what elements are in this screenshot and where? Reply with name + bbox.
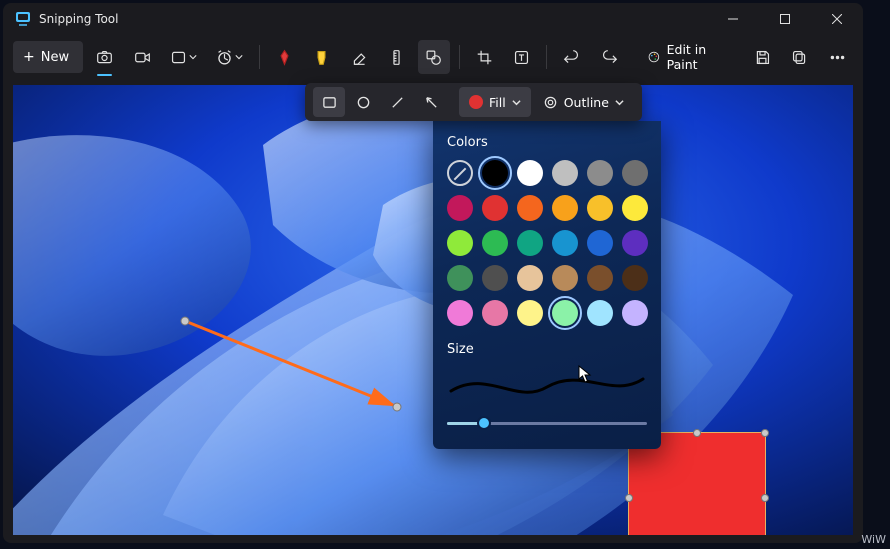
edit-in-paint-label: Edit in Paint xyxy=(667,42,731,72)
resize-handle[interactable] xyxy=(761,494,769,502)
color-swatch[interactable] xyxy=(622,195,648,221)
color-swatch[interactable] xyxy=(447,265,473,291)
fill-panel: Colors Size xyxy=(433,121,661,449)
color-swatch[interactable] xyxy=(622,300,648,326)
ruler-tool-button[interactable] xyxy=(381,40,412,74)
color-swatch[interactable] xyxy=(517,230,543,256)
resize-handle[interactable] xyxy=(761,429,769,437)
colors-heading: Colors xyxy=(447,135,647,150)
size-slider[interactable] xyxy=(447,415,647,431)
chevron-down-icon xyxy=(615,98,624,107)
resize-handle[interactable] xyxy=(693,429,701,437)
redo-button[interactable] xyxy=(593,40,624,74)
color-swatch[interactable] xyxy=(622,265,648,291)
maximize-button[interactable] xyxy=(763,5,807,33)
shape-arrow-button[interactable] xyxy=(415,87,447,117)
color-swatch[interactable] xyxy=(552,160,578,186)
color-swatch[interactable] xyxy=(587,160,613,186)
separator xyxy=(259,45,260,69)
size-heading: Size xyxy=(447,342,647,357)
color-swatch[interactable] xyxy=(447,230,473,256)
color-swatch[interactable] xyxy=(587,195,613,221)
color-swatch[interactable] xyxy=(587,230,613,256)
outline-dropdown[interactable]: Outline xyxy=(533,87,634,117)
save-button[interactable] xyxy=(747,40,778,74)
color-swatch[interactable] xyxy=(552,300,578,326)
color-swatch[interactable] xyxy=(517,160,543,186)
fill-label: Fill xyxy=(489,95,506,110)
color-swatch[interactable] xyxy=(447,300,473,326)
fill-color-swatch xyxy=(469,95,483,109)
app-window: Snipping Tool + New xyxy=(3,3,863,543)
shape-options-bar: Fill Outline xyxy=(305,83,642,121)
color-swatch[interactable] xyxy=(447,160,473,186)
shapes-tool-button[interactable] xyxy=(418,40,449,74)
new-button[interactable]: + New xyxy=(13,41,83,73)
eraser-tool-button[interactable] xyxy=(344,40,375,74)
arrow-shape[interactable] xyxy=(175,313,415,423)
shape-circle-button[interactable] xyxy=(347,87,379,117)
app-title: Snipping Tool xyxy=(39,12,118,26)
undo-button[interactable] xyxy=(556,40,587,74)
minimize-button[interactable] xyxy=(711,5,755,33)
text-extract-button[interactable] xyxy=(506,40,537,74)
pen-tool-button[interactable] xyxy=(269,40,300,74)
color-swatch[interactable] xyxy=(482,300,508,326)
color-swatch[interactable] xyxy=(482,230,508,256)
color-swatch-grid xyxy=(447,160,647,326)
chevron-down-icon xyxy=(235,50,243,65)
fill-dropdown[interactable]: Fill xyxy=(459,87,531,117)
separator xyxy=(546,45,547,69)
delay-dropdown[interactable] xyxy=(210,40,250,74)
new-button-label: New xyxy=(41,50,69,65)
cursor-icon xyxy=(578,365,592,383)
titlebar: Snipping Tool xyxy=(3,3,863,35)
shape-line-button[interactable] xyxy=(381,87,413,117)
shape-rectangle-button[interactable] xyxy=(313,87,345,117)
color-swatch[interactable] xyxy=(482,160,508,186)
color-swatch[interactable] xyxy=(552,265,578,291)
edit-in-paint-button[interactable]: Edit in Paint xyxy=(637,41,741,73)
snip-shape-dropdown[interactable] xyxy=(164,40,204,74)
outline-icon xyxy=(543,95,558,110)
color-swatch[interactable] xyxy=(552,230,578,256)
chevron-down-icon xyxy=(189,50,197,65)
color-swatch[interactable] xyxy=(482,195,508,221)
record-mode-button[interactable] xyxy=(126,40,157,74)
color-swatch[interactable] xyxy=(517,265,543,291)
app-icon xyxy=(15,11,31,27)
screenshot-mode-button[interactable] xyxy=(89,40,120,74)
color-swatch[interactable] xyxy=(622,230,648,256)
more-button[interactable] xyxy=(822,40,853,74)
resize-handle[interactable] xyxy=(625,494,633,502)
color-swatch[interactable] xyxy=(587,265,613,291)
highlighter-tool-button[interactable] xyxy=(306,40,337,74)
copy-button[interactable] xyxy=(784,40,815,74)
color-swatch[interactable] xyxy=(622,160,648,186)
separator xyxy=(459,45,460,69)
close-button[interactable] xyxy=(815,5,859,33)
color-swatch[interactable] xyxy=(587,300,613,326)
size-preview xyxy=(447,367,647,401)
color-swatch[interactable] xyxy=(482,265,508,291)
toolbar: + New xyxy=(3,35,863,79)
color-swatch[interactable] xyxy=(517,300,543,326)
crop-button[interactable] xyxy=(469,40,500,74)
watermark: WiW xyxy=(861,534,886,547)
chevron-down-icon xyxy=(512,98,521,107)
color-swatch[interactable] xyxy=(552,195,578,221)
slider-thumb[interactable] xyxy=(477,416,491,430)
color-swatch[interactable] xyxy=(447,195,473,221)
color-swatch[interactable] xyxy=(517,195,543,221)
plus-icon: + xyxy=(23,49,35,65)
outline-label: Outline xyxy=(564,95,609,110)
